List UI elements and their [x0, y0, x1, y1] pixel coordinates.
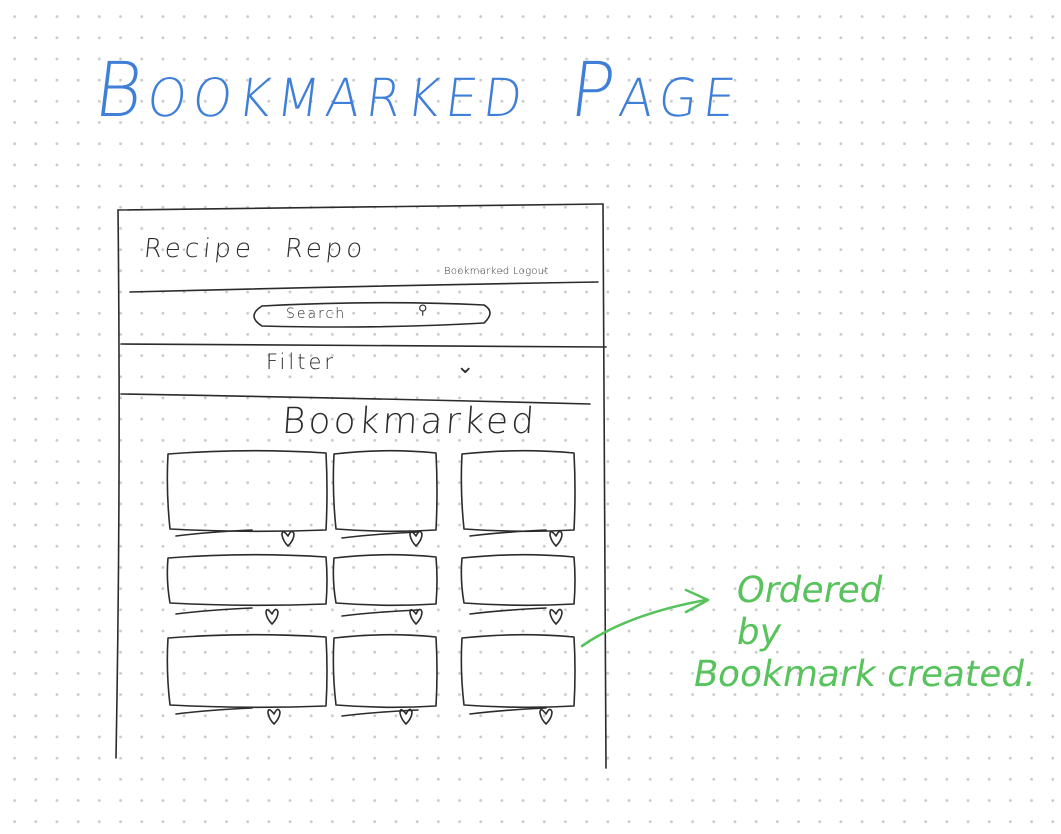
annotation-arrow — [580, 588, 710, 648]
annotation-line-1: Ordered — [732, 570, 887, 611]
annotation-note: Ordered by Bookmark created. — [686, 570, 1054, 695]
annotation-line-3: Bookmark created. — [690, 653, 1040, 695]
annotation-line-2: by — [733, 611, 785, 653]
